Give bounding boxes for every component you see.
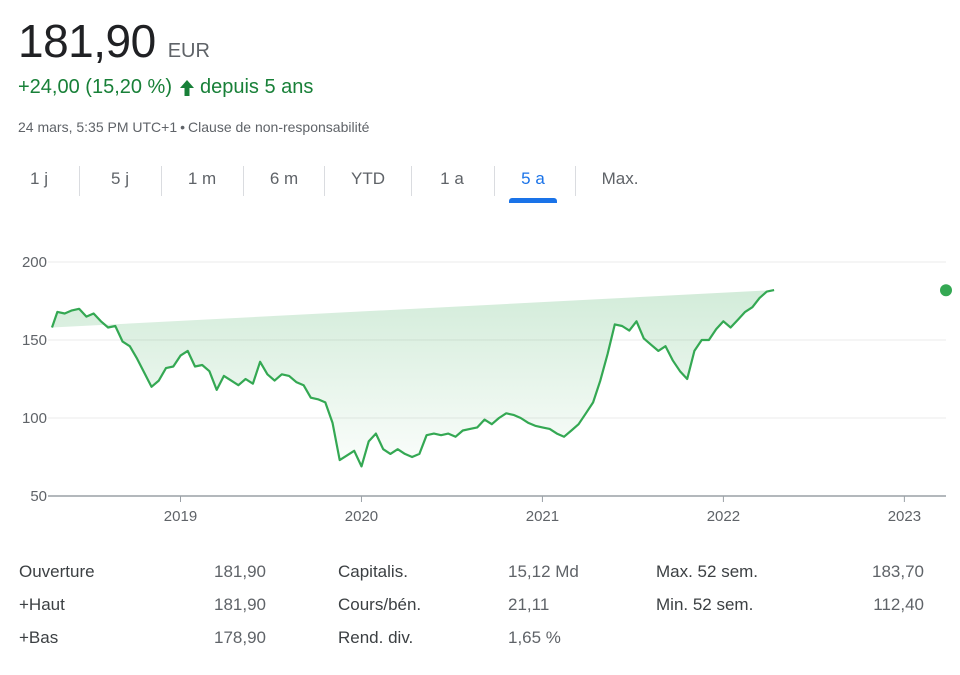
tab-1a[interactable]: 1 a [428, 158, 476, 200]
tab-divider [575, 166, 576, 196]
tab-1m[interactable]: 1 m [178, 158, 226, 200]
separator-dot: • [180, 119, 186, 135]
disclaimer-link[interactable]: Clause de non-responsabilité [188, 119, 369, 135]
stat-label: Capitalis. [338, 562, 408, 581]
stat-label: Max. 52 sem. [656, 562, 759, 581]
x-tick-label: 2021 [526, 508, 559, 525]
tab-6m[interactable]: 6 m [260, 158, 308, 200]
stat-label: +Bas [19, 628, 59, 647]
y-tick-label: 150 [22, 332, 47, 349]
quote-meta: 24 mars, 5:35 PM UTC+1 • Clause de non-res… [18, 119, 369, 135]
tab-divider [161, 166, 162, 196]
stat-value: 1,65 % [508, 628, 561, 647]
change-value: +24,00 (15,20 %) [18, 76, 172, 98]
tab-ytd[interactable]: YTD [340, 158, 396, 200]
price-header: 181,90 EUR [18, 14, 210, 68]
x-tick-label: 2020 [345, 508, 378, 525]
tab-1j[interactable]: 1 j [18, 158, 60, 200]
x-tick-label: 2023 [888, 508, 921, 525]
stat-value: 181,90 [214, 562, 266, 581]
stat-label: Rend. div. [338, 628, 414, 647]
stat-value: 15,12 Md [508, 562, 579, 581]
active-tab-indicator [509, 198, 557, 203]
tab-divider [79, 166, 80, 196]
stat-label: Cours/bén. [338, 595, 422, 614]
tab-5a[interactable]: 5 a [509, 158, 557, 203]
tab-divider [411, 166, 412, 196]
stat-value: 178,90 [214, 628, 266, 647]
last-price-dot [940, 284, 952, 297]
timestamp: 24 mars, 5:35 PM UTC+1 [18, 119, 178, 135]
tab-divider [494, 166, 495, 196]
change-period: depuis 5 ans [200, 76, 314, 98]
stat-value: 21,11 [508, 595, 550, 614]
currency-label: EUR [167, 40, 210, 62]
stat-value: 183,70 [872, 562, 924, 581]
price-change: +24,00 (15,20 %) depuis 5 ans [18, 76, 313, 99]
stat-label: Ouverture [19, 562, 95, 581]
tab-max[interactable]: Max. [592, 158, 648, 200]
tab-divider [243, 166, 244, 196]
stat-value: 112,40 [873, 595, 924, 614]
arrow-up-icon [180, 79, 194, 96]
price-chart[interactable]: 200 150 100 50 2019 2020 2021 2022 2023 [0, 240, 960, 530]
x-tick-label: 2022 [707, 508, 740, 525]
stat-label: +Haut [19, 595, 65, 614]
tab-5j[interactable]: 5 j [98, 158, 142, 200]
y-tick-label: 200 [22, 254, 47, 271]
x-tick-label: 2019 [164, 508, 197, 525]
tab-divider [324, 166, 325, 196]
y-tick-label: 50 [30, 488, 47, 505]
stat-value: 181,90 [214, 595, 266, 614]
current-price: 181,90 [18, 15, 156, 67]
y-tick-label: 100 [22, 410, 47, 427]
stat-label: Min. 52 sem. [656, 595, 754, 614]
